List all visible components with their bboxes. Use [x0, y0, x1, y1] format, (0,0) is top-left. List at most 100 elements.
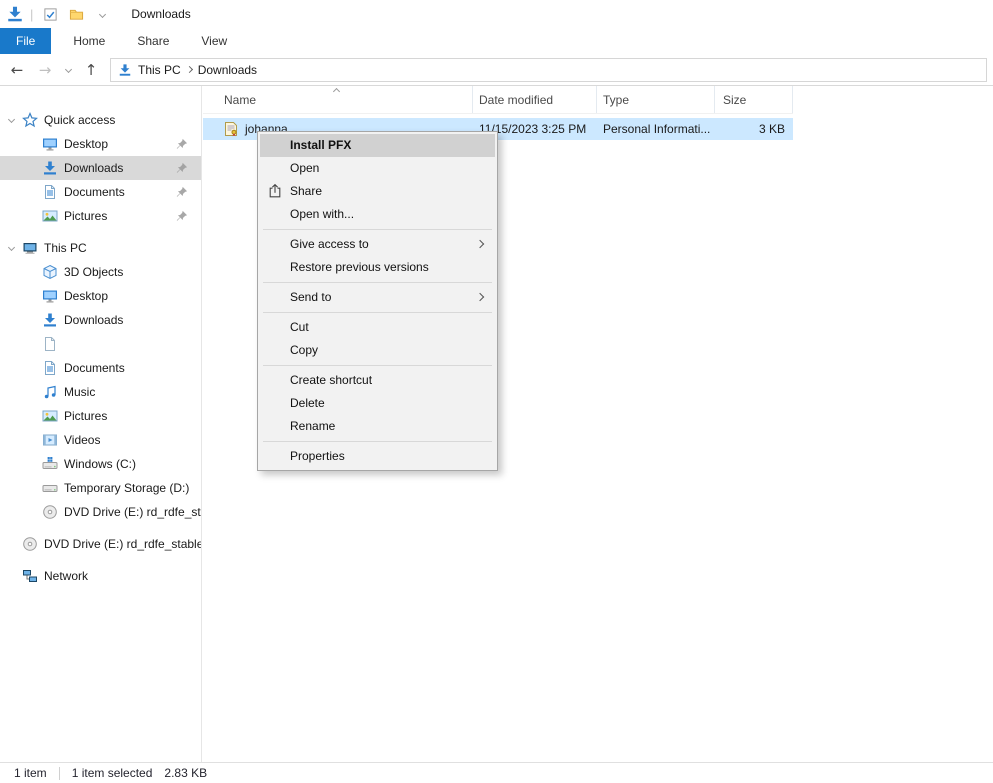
- selection-size: 2.83 KB: [164, 766, 207, 780]
- sidebar-item-music[interactable]: Music: [0, 380, 201, 404]
- menu-item-restore-previous-versions[interactable]: Restore previous versions: [260, 256, 495, 279]
- downloads-icon: [42, 160, 58, 176]
- menu-item-install-pfx[interactable]: Install PFX: [260, 134, 495, 157]
- sidebar-item-label: Music: [64, 385, 95, 399]
- tab-home[interactable]: Home: [57, 28, 121, 54]
- column-header-name[interactable]: Name: [203, 86, 473, 113]
- sidebar-item-pictures-qa[interactable]: Pictures: [0, 204, 201, 228]
- star-icon: [22, 112, 38, 128]
- sidebar-item-label: Pictures: [64, 409, 107, 423]
- tab-view[interactable]: View: [185, 28, 243, 54]
- sidebar-item-label: Documents: [64, 185, 125, 199]
- check-icon: [43, 7, 58, 22]
- qat-separator: |: [30, 7, 33, 22]
- pin-icon: [175, 185, 189, 199]
- menu-item-give-access-to[interactable]: Give access to: [260, 233, 495, 256]
- sidebar-item-label: Videos: [64, 433, 100, 447]
- selection-count: 1 item selected: [72, 766, 153, 780]
- sidebar-item-label: DVD Drive (E:) rd_rdfe_stable: [64, 505, 201, 519]
- sidebar-item-dvd-drive-e[interactable]: DVD Drive (E:) rd_rdfe_stable: [0, 500, 201, 524]
- sidebar-item-downloads-qa[interactable]: Downloads: [0, 156, 201, 180]
- pin-icon: [175, 161, 189, 175]
- menu-item-share[interactable]: Share: [260, 180, 495, 203]
- sidebar-item-network[interactable]: Network: [0, 564, 201, 588]
- sidebar-item-desktop[interactable]: Desktop: [0, 284, 201, 308]
- column-header-date-modified[interactable]: Date modified: [473, 86, 597, 113]
- ribbon-tabs: File Home Share View: [0, 28, 993, 54]
- chevron-down-icon[interactable]: [8, 244, 15, 251]
- sidebar-section-label: This PC: [44, 241, 87, 255]
- sidebar-item-documents-qa[interactable]: Documents: [0, 180, 201, 204]
- current-folder-icon: [118, 63, 132, 77]
- sidebar-item-documents[interactable]: Documents: [0, 356, 201, 380]
- sidebar-item-label: Windows (C:): [64, 457, 136, 471]
- sidebar-item-downloads[interactable]: Downloads: [0, 308, 201, 332]
- menu-separator: [263, 365, 492, 366]
- chevron-down-icon: [99, 10, 106, 17]
- downloads-icon: [42, 312, 58, 328]
- menu-item-create-shortcut[interactable]: Create shortcut: [260, 369, 495, 392]
- sidebar-section-quick-access[interactable]: Quick access: [0, 108, 201, 132]
- breadcrumb-downloads[interactable]: Downloads: [198, 63, 257, 77]
- sidebar-item-videos[interactable]: Videos: [0, 428, 201, 452]
- chevron-down-icon[interactable]: [8, 116, 15, 123]
- item-count: 1 item: [14, 766, 47, 780]
- menu-item-open[interactable]: Open: [260, 157, 495, 180]
- sidebar-item-desktop-qa[interactable]: Desktop: [0, 132, 201, 156]
- sidebar-item-pictures[interactable]: Pictures: [0, 404, 201, 428]
- sidebar-item-windows-c[interactable]: Windows (C:): [0, 452, 201, 476]
- sidebar-item-3d-objects[interactable]: 3D Objects: [0, 260, 201, 284]
- pin-icon: [175, 209, 189, 223]
- sidebar-item-dvd-drive-e-root[interactable]: DVD Drive (E:) rd_rdfe_stable.T: [0, 532, 201, 556]
- menu-item-label: Share: [290, 184, 322, 198]
- menu-separator: [263, 441, 492, 442]
- sidebar-item-temporary-storage-d[interactable]: Temporary Storage (D:): [0, 476, 201, 500]
- column-label: Type: [603, 93, 629, 107]
- desktop-icon: [42, 288, 58, 304]
- status-bar: 1 item 1 item selected 2.83 KB: [0, 762, 993, 783]
- menu-item-copy[interactable]: Copy: [260, 339, 495, 362]
- breadcrumb-chevron-icon[interactable]: [186, 66, 193, 73]
- tab-share[interactable]: Share: [121, 28, 185, 54]
- column-headers: Name Date modified Type Size: [203, 86, 793, 114]
- menu-item-rename[interactable]: Rename: [260, 415, 495, 438]
- menu-item-send-to[interactable]: Send to: [260, 286, 495, 309]
- column-header-size[interactable]: Size: [715, 86, 793, 113]
- menu-item-open-with[interactable]: Open with...: [260, 203, 495, 226]
- documents-icon: [42, 360, 58, 376]
- recent-locations-button[interactable]: [60, 57, 76, 83]
- sidebar-item-label: Downloads: [64, 313, 123, 327]
- file-type: Personal Informati...: [597, 122, 715, 136]
- sidebar-section-this-pc[interactable]: This PC: [0, 236, 201, 260]
- context-menu: Install PFX Open Share Open with... Give…: [257, 131, 498, 471]
- column-label: Date modified: [479, 93, 553, 107]
- address-bar[interactable]: This PC Downloads: [110, 58, 987, 82]
- network-icon: [22, 568, 38, 584]
- menu-separator: [263, 312, 492, 313]
- column-label: Name: [224, 93, 256, 107]
- up-button[interactable]: ↑: [78, 57, 104, 83]
- column-header-type[interactable]: Type: [597, 86, 715, 113]
- tab-file[interactable]: File: [0, 28, 51, 54]
- sidebar-item-unnamed[interactable]: [0, 332, 201, 356]
- status-divider: [59, 767, 60, 780]
- qat-folder-button[interactable]: [65, 3, 87, 25]
- qat-check-button[interactable]: [39, 3, 61, 25]
- app-downloads-icon: [6, 5, 24, 23]
- back-button[interactable]: ←: [4, 57, 30, 83]
- sidebar-item-label: DVD Drive (E:) rd_rdfe_stable.T: [44, 537, 201, 551]
- sidebar-item-label: Documents: [64, 361, 125, 375]
- sidebar-item-label: 3D Objects: [64, 265, 123, 279]
- menu-separator: [263, 282, 492, 283]
- forward-button[interactable]: →: [32, 57, 58, 83]
- menu-item-delete[interactable]: Delete: [260, 392, 495, 415]
- menu-item-cut[interactable]: Cut: [260, 316, 495, 339]
- qat-customize-button[interactable]: [91, 3, 113, 25]
- menu-item-label: Give access to: [290, 237, 369, 251]
- desktop-icon: [42, 136, 58, 152]
- dvd-icon: [22, 536, 38, 552]
- sidebar-item-label: Pictures: [64, 209, 107, 223]
- menu-item-properties[interactable]: Properties: [260, 445, 495, 468]
- chevron-right-icon: [476, 293, 484, 301]
- breadcrumb-this-pc[interactable]: This PC: [138, 63, 181, 77]
